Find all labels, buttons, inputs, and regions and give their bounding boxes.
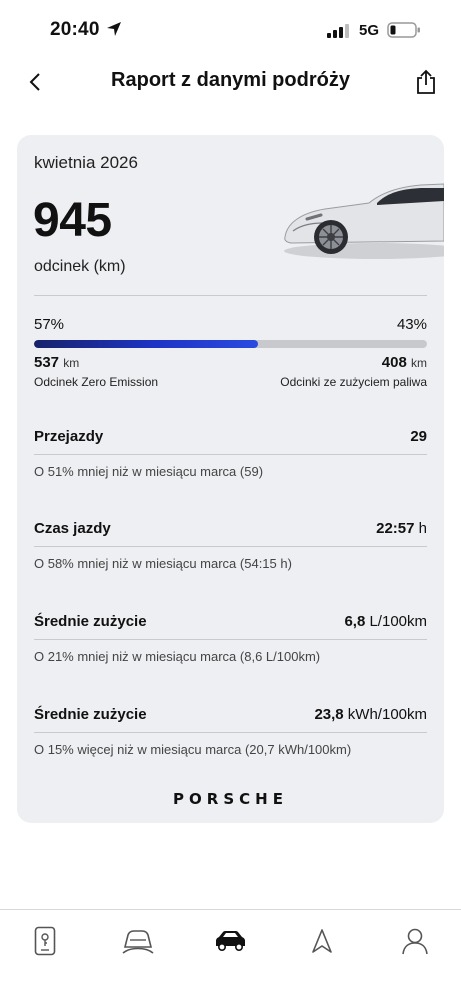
stat-label: Średnie zużycie [34,706,147,723]
stat-value: 22:57 h [376,520,427,537]
car-image [284,183,444,259]
navigation-arrow-icon [312,929,332,953]
stat-label: Przejazdy [34,428,104,445]
zero-emission-label: Odcinek Zero Emission [34,375,159,389]
km-unit: km [411,356,427,370]
profile-icon [402,928,428,955]
zero-emission-km: 537 km [34,354,79,371]
fuel-km: 408 km [382,354,427,371]
total-distance: 945 [33,194,112,247]
zero-emission-percent: 57% [34,316,65,333]
location-arrow-icon [107,22,121,36]
divider [34,546,427,547]
stat-value: 29 [410,428,427,445]
divider [34,295,427,296]
divider [34,639,427,640]
stat-comparison: O 15% więcej niż w miesiącu marca (20,7 … [34,742,352,757]
stat-comparison: O 51% mniej niż w miesiącu marca (59) [34,464,264,479]
network-type: 5G [359,22,380,39]
stat-comparison: O 21% mniej niż w miesiącu marca (8,6 L/… [34,649,321,664]
total-distance-label: odcinek (km) [34,258,126,275]
stat-label: Czas jazdy [34,520,111,537]
fuel-km-value: 408 [381,354,407,371]
tab-phone-key[interactable] [25,924,65,958]
zero-emission-km-value: 537 [34,354,60,371]
tab-profile[interactable] [395,924,435,958]
stat-comparison: O 58% mniej niż w miesiącu marca (54:15 … [34,556,292,571]
signal-icon [327,24,349,38]
porsche-logo: PORSCHE [173,790,288,808]
status-time: 20:40 [50,19,100,40]
status-bar: 20:40 5G [0,0,461,62]
stat-value: 23,8 kWh/100km [314,706,427,723]
nav-header: Raport z danymi podróży [0,62,461,102]
car-service-icon [122,930,154,954]
divider [34,732,427,733]
tab-car-service[interactable] [118,924,158,958]
split-progress-fill [34,340,258,348]
phone-key-icon [34,926,56,956]
trip-report-card: kwietnia 2026 945 odcinek (km) 57% 43% 5… [17,135,444,823]
share-icon[interactable] [414,69,438,95]
tab-bar [0,909,461,999]
fuel-label: Odcinki ze zużyciem paliwa [280,375,427,389]
tab-car[interactable] [210,924,250,958]
stat-value: 6,8 L/100km [344,613,427,630]
divider [34,454,427,455]
stat-label: Średnie zużycie [34,613,147,630]
car-icon [216,931,245,952]
fuel-percent: 43% [396,316,427,333]
split-progress-bar [34,340,427,348]
battery-icon [387,22,420,38]
report-month: kwietnia 2026 [34,153,138,172]
tab-navigation[interactable] [302,924,342,958]
km-unit: km [63,356,80,370]
page-title: Raport z danymi podróży [111,69,350,91]
